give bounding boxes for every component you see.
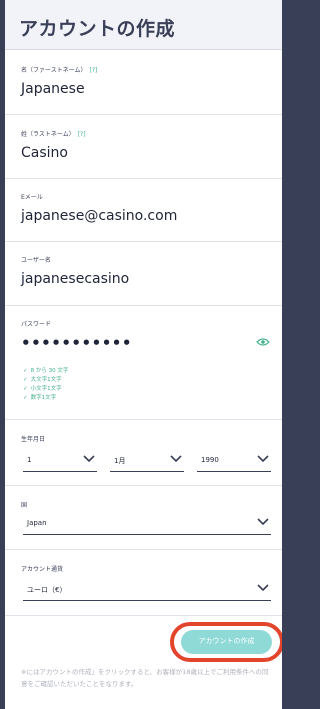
password-rule-text: 小文字1文字 [30,386,62,392]
country-label: 国 [21,502,28,509]
show-password-icon[interactable] [256,337,270,347]
birthdate-field: 生年月日 1 1月 1990 [5,420,282,486]
country-value: Japan [27,519,47,527]
username-field[interactable]: ユーザー名 japanesecasino [5,242,282,306]
panel-header: アカウントの作成 [5,0,282,50]
chevron-down-icon [257,584,269,592]
currency-field: アカウント通貨 ユーロ（€） [5,550,282,616]
check-icon: ✓ [23,395,28,401]
birth-month-select[interactable]: 1月 [110,450,184,472]
password-input[interactable]: ••••••••••• [21,334,132,352]
password-rule: ✓ 大文字1文字 [23,375,68,384]
username-label: ユーザー名 [21,257,51,264]
check-icon: ✓ [23,377,28,383]
first-name-field[interactable]: 名（ファーストネーム） [?] Japanese [5,51,282,115]
password-rule-text: 大文字1文字 [30,377,62,383]
chevron-down-icon [257,455,269,463]
currency-select[interactable]: ユーロ（€） [23,579,271,601]
birth-day-value: 1 [27,456,32,464]
currency-label: アカウント通貨 [21,566,64,573]
terms-notice: ※にはアカウントの作成』をクリックすると、お客様が18歳以上でご利用条件への同意… [21,668,269,688]
email-input[interactable]: japanese@casino.com [21,208,177,224]
password-field[interactable]: パスワード ••••••••••• [5,306,282,420]
first-name-input[interactable]: Japanese [21,81,85,97]
country-select[interactable]: Japan [23,513,271,535]
country-field: 国 Japan [5,486,282,550]
chevron-down-icon [170,455,182,463]
birth-year-select[interactable]: 1990 [197,450,271,472]
birthdate-label: 生年月日 [21,436,46,443]
currency-value: ユーロ（€） [27,586,67,594]
email-label: Eメール [21,194,43,201]
password-rule: ✓ 8 から 30 文字 [23,366,68,375]
username-input[interactable]: japanesecasino [21,271,129,287]
birth-year-value: 1990 [201,456,219,464]
last-name-input[interactable]: Casino [21,145,68,161]
page-title: アカウントの作成 [19,18,176,40]
chevron-down-icon [257,518,269,526]
password-label: パスワード [21,321,52,328]
password-rule-text: 数字1文字 [30,395,57,401]
birth-month-value: 1月 [114,457,126,465]
password-rule: ✓ 小文字1文字 [23,384,68,393]
last-name-label-text: 姓（ラストネーム） [21,131,75,138]
first-name-help-link[interactable]: [?] [90,67,98,74]
password-rule: ✓ 数字1文字 [23,393,68,402]
password-rules: ✓ 8 から 30 文字 ✓ 大文字1文字 ✓ 小文字1文字 ✓ 数字1文字 [23,366,68,402]
email-field[interactable]: Eメール japanese@casino.com [5,179,282,242]
chevron-down-icon [83,455,95,463]
last-name-label: 姓（ラストネーム） [?] [21,129,86,138]
signup-panel: アカウントの作成 名（ファーストネーム） [?] Japanese 姓（ラストネー… [5,0,282,709]
first-name-label-text: 名（ファーストネーム） [21,67,87,74]
last-name-help-link[interactable]: [?] [78,131,86,138]
last-name-field[interactable]: 姓（ラストネーム） [?] Casino [5,115,282,179]
password-rule-text: 8 から 30 文字 [30,368,69,374]
birth-day-select[interactable]: 1 [23,450,97,472]
create-account-button[interactable]: アカウントの作成 [181,630,272,654]
first-name-label: 名（ファーストネーム） [?] [21,65,97,74]
check-icon: ✓ [23,368,28,374]
check-icon: ✓ [23,386,28,392]
